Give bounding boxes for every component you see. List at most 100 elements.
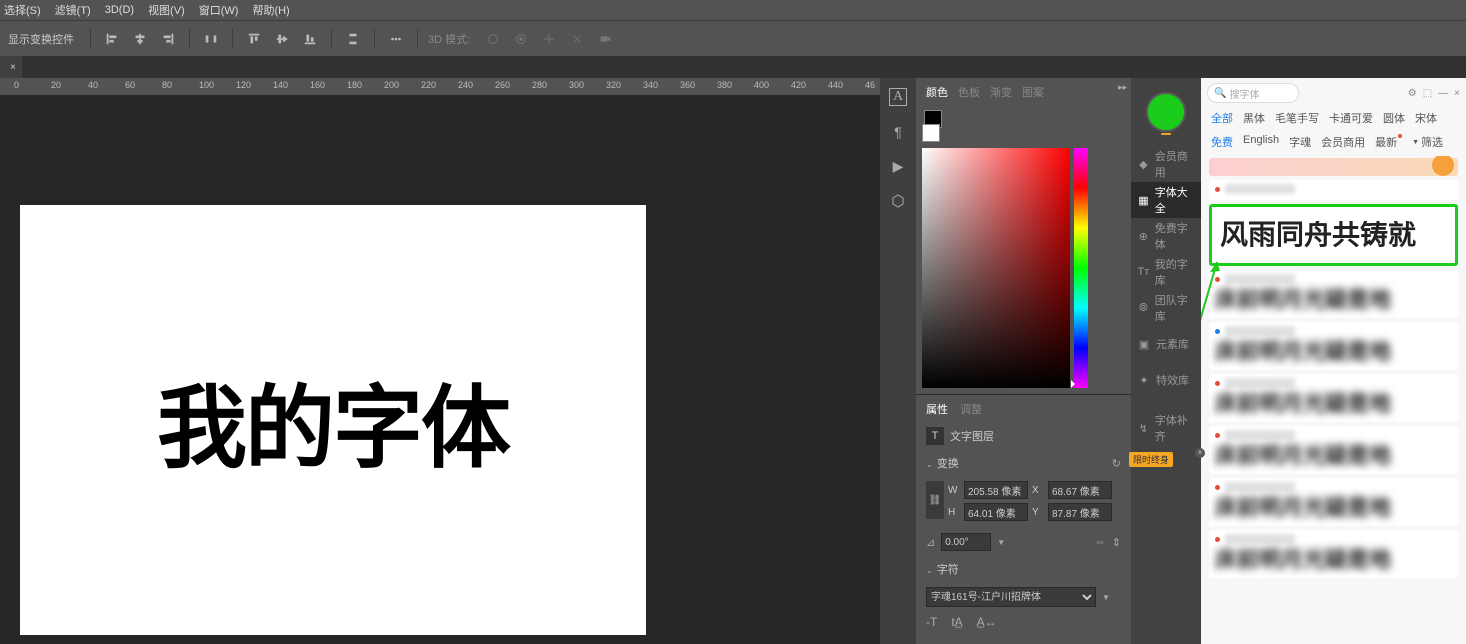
avatar[interactable] [1146,92,1186,132]
strip-type-A[interactable]: A [889,88,907,106]
w-label: W [948,485,960,496]
canvas[interactable]: 我的字体 [20,205,646,635]
close-icon[interactable]: × [10,62,16,73]
3d-rotate-icon[interactable] [510,28,532,50]
text-tracking-icon[interactable]: A̲↔ [977,615,997,629]
divider [90,29,91,49]
diamond-icon: ◆ [1137,158,1150,171]
width-input[interactable] [964,481,1028,499]
align-center-h-icon[interactable] [129,28,151,50]
tab-gradient[interactable]: 渐变 [990,84,1012,100]
font-item[interactable]: 床前明月光疑是地 [1209,270,1458,318]
dropdown-icon[interactable]: ▼ [1102,593,1110,602]
flip-h-icon[interactable]: ⇔ [1095,536,1106,548]
align-middle-icon[interactable] [271,28,293,50]
nav-assets[interactable]: ▣元素库 [1131,326,1201,362]
filter-free[interactable]: 免费 [1211,134,1233,150]
link-wh-icon[interactable]: ⛓ [926,481,944,519]
filter-en[interactable]: English [1243,134,1279,150]
canvas-text[interactable]: 我的字体 [157,355,509,485]
3d-pan-icon[interactable] [538,28,560,50]
strip-paragraph-icon[interactable]: ¶ [894,124,902,140]
3d-slide-icon[interactable] [566,28,588,50]
font-item[interactable]: 床前明月光疑是地 [1209,478,1458,526]
filter-new[interactable]: 最新 [1375,134,1402,150]
align-right-icon[interactable] [157,28,179,50]
tab-pattern[interactable]: 图案 [1022,84,1044,100]
filter-biz[interactable]: 会员商用 [1321,134,1365,150]
filter-song[interactable]: 宋体 [1415,110,1437,126]
angle-dropdown-icon[interactable]: ▼ [997,538,1005,547]
filter-more[interactable]: 筛选 [1412,134,1443,150]
type-layer-icon: T [926,427,944,445]
pin-icon[interactable]: ⬚ [1423,88,1432,99]
filter-hei[interactable]: 黑体 [1243,110,1265,126]
collapse-arrows-icon[interactable]: ▸▸ [1118,82,1127,93]
font-item[interactable]: 床前明月光疑是地 [1209,530,1458,578]
distribute-h-icon[interactable] [200,28,222,50]
nav-fx[interactable]: ✦特效库 [1131,362,1201,398]
x-input[interactable] [1048,481,1112,499]
nav-team[interactable]: ⦾团队字库 [1131,290,1201,326]
menu-select[interactable]: 选择(S) [4,2,41,18]
font-promo-banner[interactable] [1209,158,1458,176]
search-input[interactable]: 🔍 搜字体 [1207,83,1299,103]
gift-icon: ⊕ [1137,230,1150,243]
tab-swatches[interactable]: 色板 [958,84,980,100]
align-top-icon[interactable] [243,28,265,50]
angle-input[interactable] [941,533,991,551]
font-item[interactable]: 床前明月光疑是地 [1209,322,1458,370]
filter-zihun[interactable]: 字魂 [1289,134,1311,150]
y-input[interactable] [1048,503,1112,521]
filter-row: 全部 黑体 毛笔手写 卡通可爱 圆体 宋体 免费 English 字魂 会员商用… [1201,108,1466,156]
distribute-v-icon[interactable] [342,28,364,50]
color-field[interactable] [922,148,1070,388]
section-character[interactable]: ⌄字符 [916,555,1131,583]
reset-icon[interactable]: ↻ [1112,457,1121,470]
menu-view[interactable]: 视图(V) [148,2,185,18]
panel-strip: A ¶ ▶ [880,78,916,644]
hue-slider[interactable] [1074,148,1088,388]
settings-icon[interactable]: ⚙ [1408,88,1417,99]
filter-round[interactable]: 圆体 [1383,110,1405,126]
close-icon[interactable]: × [1454,88,1460,99]
tab-adjust[interactable]: 调整 [960,401,982,417]
divider [374,29,375,49]
nav-all-fonts[interactable]: ▦字体大全 [1131,182,1201,218]
nav-free[interactable]: ⊕免费字体 [1131,218,1201,254]
nav-align[interactable]: ↯字体补齐 [1131,410,1201,446]
font-item[interactable]: 床前明月光疑是地 [1209,426,1458,474]
font-family-select[interactable]: 字魂161号-江户川招牌体 [926,587,1096,607]
3d-camera-icon[interactable] [594,28,616,50]
menu-window[interactable]: 窗口(W) [199,2,239,18]
3d-orbit-icon[interactable] [482,28,504,50]
text-leading-icon[interactable]: tA̲ [951,615,962,629]
minimize-icon[interactable]: — [1438,88,1448,99]
filter-cute[interactable]: 卡通可爱 [1329,110,1373,126]
background-swatch[interactable] [922,124,940,142]
nav-vip[interactable]: ◆会员商用 [1131,146,1201,182]
menu-filter[interactable]: 滤镜(T) [55,2,91,18]
promo-close-icon[interactable]: × [1195,448,1205,458]
more-icon[interactable] [385,28,407,50]
promo-badge[interactable]: 限时终身 [1129,452,1173,467]
text-size-icon[interactable]: -T [926,615,937,629]
align-left-icon[interactable] [101,28,123,50]
font-item[interactable] [1209,180,1458,200]
doc-tab[interactable]: × [0,56,22,78]
font-item[interactable]: 床前明月光疑是地 [1209,374,1458,422]
section-transform[interactable]: ⌄变换 ↻ [916,449,1131,477]
nav-my-fonts[interactable]: Tт我的字库 [1131,254,1201,290]
font-item-highlight[interactable]: 风雨同舟共铸就 [1209,204,1458,266]
tab-properties[interactable]: 属性 [926,401,948,417]
tab-color[interactable]: 颜色 [926,84,948,100]
height-input[interactable] [964,503,1028,521]
align-bottom-icon[interactable] [299,28,321,50]
filter-all[interactable]: 全部 [1211,110,1233,126]
menu-3d[interactable]: 3D(D) [105,4,134,16]
strip-play-icon[interactable]: ▶ [893,158,904,175]
menu-help[interactable]: 帮助(H) [252,2,289,18]
filter-brush[interactable]: 毛笔手写 [1275,110,1319,126]
strip-3d-icon[interactable] [890,193,906,212]
flip-v-icon[interactable]: ⇕ [1112,536,1121,549]
